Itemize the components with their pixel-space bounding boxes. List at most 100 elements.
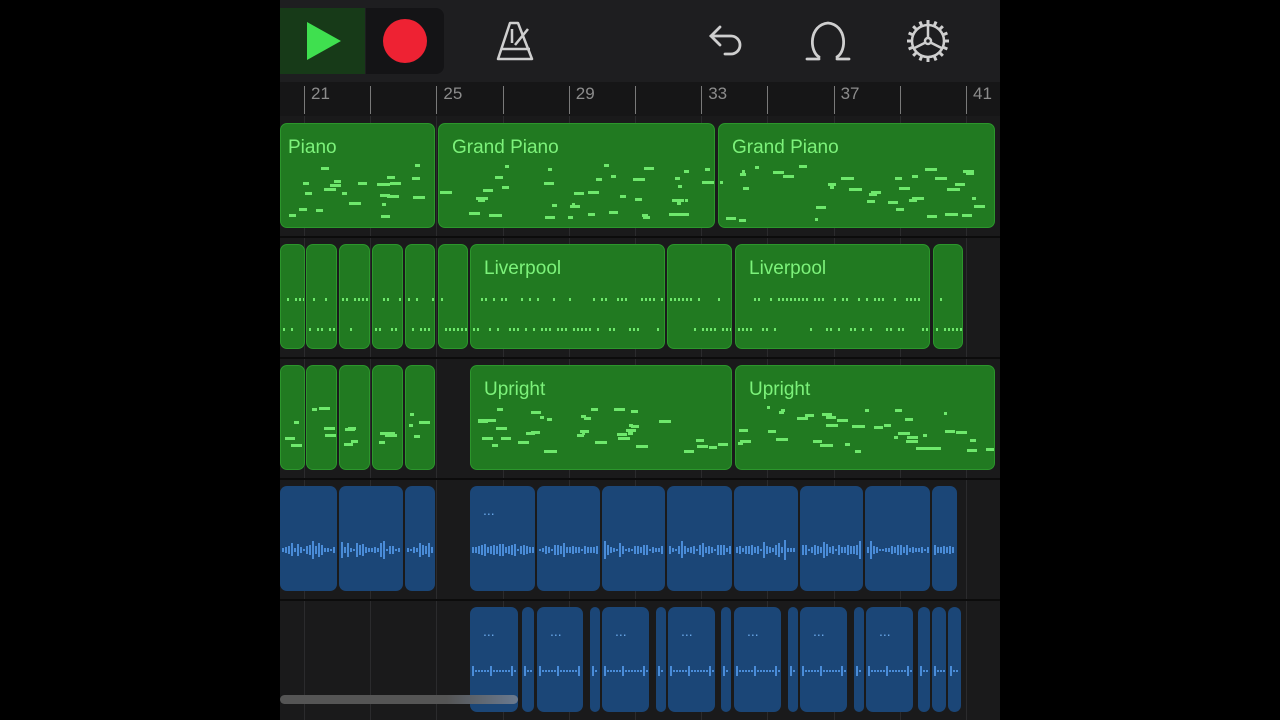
audio-region[interactable] [865, 486, 930, 591]
audio-region[interactable]: ... [668, 607, 715, 712]
midi-note [956, 328, 958, 331]
midi-note [910, 298, 912, 301]
metronome-button[interactable] [488, 8, 544, 74]
midi-region[interactable]: Liverpool [735, 244, 930, 349]
timeline-ruler[interactable]: 21 25 29 33 37 41 [280, 82, 1000, 116]
midi-note [295, 298, 297, 301]
midi-region[interactable] [667, 244, 732, 349]
audio-region[interactable] [339, 486, 403, 591]
audio-region[interactable] [522, 607, 534, 712]
record-button[interactable] [366, 8, 444, 74]
audio-region[interactable]: ... [800, 607, 847, 712]
audio-region[interactable]: ... [470, 486, 535, 591]
midi-region[interactable]: Upright [470, 365, 732, 470]
audio-region[interactable] [800, 486, 863, 591]
midi-region[interactable]: Upright [735, 365, 995, 470]
audio-region[interactable] [537, 486, 600, 591]
midi-region[interactable]: Piano [280, 123, 435, 228]
midi-region[interactable] [372, 244, 403, 349]
midi-note [849, 188, 862, 192]
midi-note [822, 298, 824, 301]
midi-region[interactable] [438, 244, 468, 349]
midi-note [844, 442, 850, 446]
midi-region[interactable] [933, 244, 963, 349]
audio-region[interactable]: ... [537, 607, 583, 712]
midi-note [320, 167, 330, 171]
audio-region[interactable] [918, 607, 930, 712]
audio-region[interactable] [734, 486, 798, 591]
midi-note [572, 203, 576, 207]
metronome-icon [496, 21, 534, 61]
midi-region[interactable] [339, 365, 370, 470]
midi-note [668, 212, 682, 216]
midi-note [630, 410, 638, 414]
audio-region[interactable] [667, 486, 732, 591]
midi-region[interactable] [306, 244, 337, 349]
audio-region[interactable] [948, 607, 961, 712]
audio-region[interactable] [656, 607, 666, 712]
midi-region[interactable] [339, 244, 370, 349]
audio-region[interactable] [405, 486, 435, 591]
waveform-sample [551, 548, 553, 552]
midi-note [878, 298, 880, 301]
waveform-sample [371, 547, 373, 553]
midi-note [709, 446, 717, 450]
midi-note [842, 298, 844, 301]
midi-region[interactable]: Grand Piano [718, 123, 995, 228]
waveform-sample [380, 543, 382, 557]
midi-region[interactable] [372, 365, 403, 470]
midi-note [413, 195, 426, 199]
waveform-sample [595, 670, 597, 672]
midi-note [386, 194, 399, 198]
waveform-sample [943, 546, 945, 554]
waveform-sample [505, 546, 507, 554]
midi-note [854, 328, 856, 331]
play-button[interactable] [280, 8, 365, 74]
waveform-sample [829, 670, 831, 672]
waveform-sample [475, 670, 477, 672]
audio-region[interactable] [788, 607, 798, 712]
midi-region[interactable] [280, 244, 305, 349]
midi-note [287, 298, 289, 301]
waveform-sample [514, 544, 516, 556]
loop-browser-button[interactable] [798, 8, 858, 74]
audio-region[interactable] [932, 486, 957, 591]
audio-region[interactable]: ... [602, 607, 649, 712]
audio-region[interactable] [932, 607, 946, 712]
audio-region[interactable] [721, 607, 731, 712]
midi-note [410, 413, 415, 417]
midi-note [697, 444, 708, 448]
horizontal-scrollbar[interactable] [280, 695, 518, 704]
waveform-sample [383, 540, 385, 560]
midi-note [517, 328, 519, 331]
ruler-tick [833, 86, 835, 114]
audio-region[interactable] [590, 607, 600, 712]
midi-note [902, 328, 904, 331]
midi-note [637, 328, 639, 331]
audio-region[interactable]: ... [734, 607, 781, 712]
midi-note [895, 176, 903, 180]
midi-note [445, 328, 447, 331]
midi-region[interactable] [306, 365, 337, 470]
midi-note [794, 298, 796, 301]
audio-region[interactable] [854, 607, 864, 712]
midi-region[interactable] [405, 365, 435, 470]
midi-region[interactable]: Grand Piano [438, 123, 715, 228]
midi-region[interactable] [280, 365, 305, 470]
waveform-sample [539, 666, 541, 676]
audio-region[interactable] [280, 486, 337, 591]
waveform-sample [691, 670, 693, 672]
midi-note [739, 218, 747, 222]
tracks-area[interactable]: Piano Grand Piano Grand Piano Liverpool Live… [280, 116, 1000, 720]
waveform-sample [530, 670, 532, 672]
waveform-sample [368, 547, 370, 553]
midi-note [890, 328, 892, 331]
audio-region[interactable]: ... [866, 607, 913, 712]
midi-note [408, 298, 410, 301]
settings-button[interactable] [898, 8, 958, 74]
waveform-sample [481, 670, 483, 672]
audio-region[interactable] [602, 486, 665, 591]
undo-button[interactable] [700, 8, 756, 74]
midi-region[interactable] [405, 244, 435, 349]
midi-region[interactable]: Liverpool [470, 244, 665, 349]
